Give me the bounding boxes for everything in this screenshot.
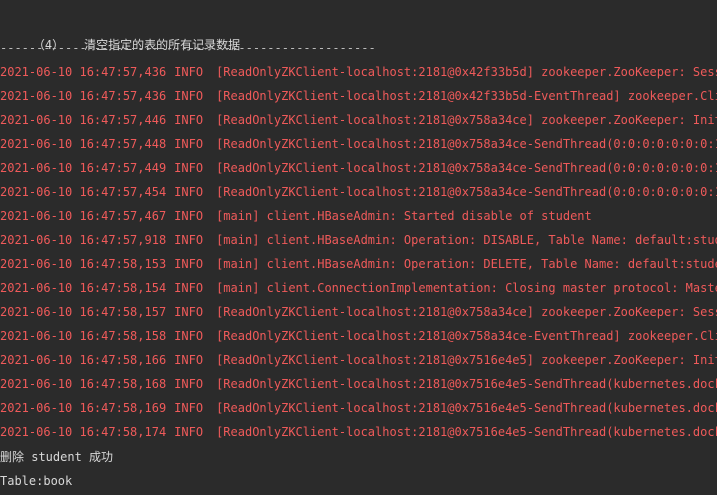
console-output[interactable]: ----------------------------------------…: [0, 0, 717, 495]
log-timestamp: 2021-06-10 16:47:57,454: [0, 185, 167, 199]
log-line: 2021-06-10 16:47:58,169 INFO [ReadOnlyZKCl…: [0, 398, 717, 418]
log-level: INFO: [174, 137, 204, 151]
log-message: [main] client.HBaseAdmin: Operation: DEL…: [216, 257, 717, 271]
log-line: 2021-06-10 16:47:57,467 INFO [main] client…: [0, 206, 592, 226]
log-level: INFO: [174, 353, 204, 367]
log-line: 2021-06-10 16:47:58,157 INFO [ReadOnlyZKCl…: [0, 302, 717, 322]
log-message: [ReadOnlyZKClient-localhost:2181@0x758a3…: [216, 185, 717, 199]
log-timestamp: 2021-06-10 16:47:58,168: [0, 377, 167, 391]
log-line: 2021-06-10 16:47:57,436 INFO [ReadOnlyZKCl…: [0, 86, 717, 106]
log-message: [ReadOnlyZKClient-localhost:2181@0x42f33…: [216, 89, 717, 103]
log-level: INFO: [174, 185, 204, 199]
log-line: 2021-06-10 16:47:58,174 INFO [ReadOnlyZKCl…: [0, 422, 717, 442]
log-level: INFO: [174, 257, 204, 271]
log-level: INFO: [174, 305, 204, 319]
log-line: 2021-06-10 16:47:57,448 INFO [ReadOnlyZKCl…: [0, 134, 717, 154]
table-line: Table:book: [0, 474, 73, 488]
result-line: 删除 student 成功: [0, 450, 114, 464]
log-message: [ReadOnlyZKClient-localhost:2181@0x758a3…: [216, 305, 717, 319]
log-level: INFO: [174, 65, 204, 79]
log-line: 2021-06-10 16:47:58,166 INFO [ReadOnlyZKCl…: [0, 350, 717, 370]
log-timestamp: 2021-06-10 16:47:58,157: [0, 305, 167, 319]
log-message: [ReadOnlyZKClient-localhost:2181@0x758a3…: [216, 137, 717, 151]
log-timestamp: 2021-06-10 16:47:57,918: [0, 233, 167, 247]
log-timestamp: 2021-06-10 16:47:58,174: [0, 425, 167, 439]
log-line: 2021-06-10 16:47:58,154 INFO [main] client…: [0, 278, 717, 298]
log-message: [main] client.HBaseAdmin: Started disabl…: [216, 209, 592, 223]
log-message: [ReadOnlyZKClient-localhost:2181@0x758a3…: [216, 329, 717, 343]
log-message: [ReadOnlyZKClient-localhost:2181@0x7516e…: [216, 377, 717, 391]
log-message: [ReadOnlyZKClient-localhost:2181@0x758a3…: [216, 161, 717, 175]
log-level: INFO: [174, 233, 204, 247]
log-timestamp: 2021-06-10 16:47:58,153: [0, 257, 167, 271]
log-level: INFO: [174, 401, 204, 415]
log-level: INFO: [174, 281, 204, 295]
log-timestamp: 2021-06-10 16:47:57,446: [0, 113, 167, 127]
log-message: [ReadOnlyZKClient-localhost:2181@0x7516e…: [216, 401, 717, 415]
log-timestamp: 2021-06-10 16:47:57,467: [0, 209, 167, 223]
log-level: INFO: [174, 161, 204, 175]
log-timestamp: 2021-06-10 16:47:58,169: [0, 401, 167, 415]
log-level: INFO: [174, 209, 204, 223]
log-line: 2021-06-10 16:47:57,454 INFO [ReadOnlyZKCl…: [0, 182, 717, 202]
log-line: 2021-06-10 16:47:58,168 INFO [ReadOnlyZKCl…: [0, 374, 717, 394]
log-timestamp: 2021-06-10 16:47:57,436: [0, 89, 167, 103]
section-header: （4） 清空指定的表的所有记录数据: [0, 15, 240, 52]
log-level: INFO: [174, 89, 204, 103]
log-message: [ReadOnlyZKClient-localhost:2181@0x758a3…: [216, 113, 717, 127]
log-timestamp: 2021-06-10 16:47:58,154: [0, 281, 167, 295]
log-line: 2021-06-10 16:47:57,918 INFO [main] client…: [0, 230, 717, 250]
log-line: 2021-06-10 16:47:58,153 INFO [main] client…: [0, 254, 717, 274]
log-message: [main] client.ConnectionImplementation: …: [216, 281, 717, 295]
log-message: [ReadOnlyZKClient-localhost:2181@0x7516e…: [216, 353, 717, 367]
log-timestamp: 2021-06-10 16:47:57,448: [0, 137, 167, 151]
log-message: [main] client.HBaseAdmin: Operation: DIS…: [216, 233, 717, 247]
log-message: [ReadOnlyZKClient-localhost:2181@0x42f33…: [216, 65, 717, 79]
top-separator: ----------------------------------------…: [0, 0, 354, 9]
log-line: 2021-06-10 16:47:57,436 INFO [ReadOnlyZKCl…: [0, 62, 717, 82]
log-level: INFO: [174, 377, 204, 391]
log-timestamp: 2021-06-10 16:47:58,158: [0, 329, 167, 343]
separator-line: ----------------------------------------…: [0, 41, 376, 55]
log-timestamp: 2021-06-10 16:47:58,166: [0, 353, 167, 367]
log-line: 2021-06-10 16:47:57,449 INFO [ReadOnlyZKCl…: [0, 158, 717, 178]
log-line: 2021-06-10 16:47:58,158 INFO [ReadOnlyZKCl…: [0, 326, 717, 346]
log-message: [ReadOnlyZKClient-localhost:2181@0x7516e…: [216, 425, 717, 439]
log-level: INFO: [174, 329, 204, 343]
log-level: INFO: [174, 425, 204, 439]
log-line: 2021-06-10 16:47:57,446 INFO [ReadOnlyZKCl…: [0, 110, 717, 130]
log-timestamp: 2021-06-10 16:47:57,449: [0, 161, 167, 175]
log-timestamp: 2021-06-10 16:47:57,436: [0, 65, 167, 79]
log-level: INFO: [174, 113, 204, 127]
